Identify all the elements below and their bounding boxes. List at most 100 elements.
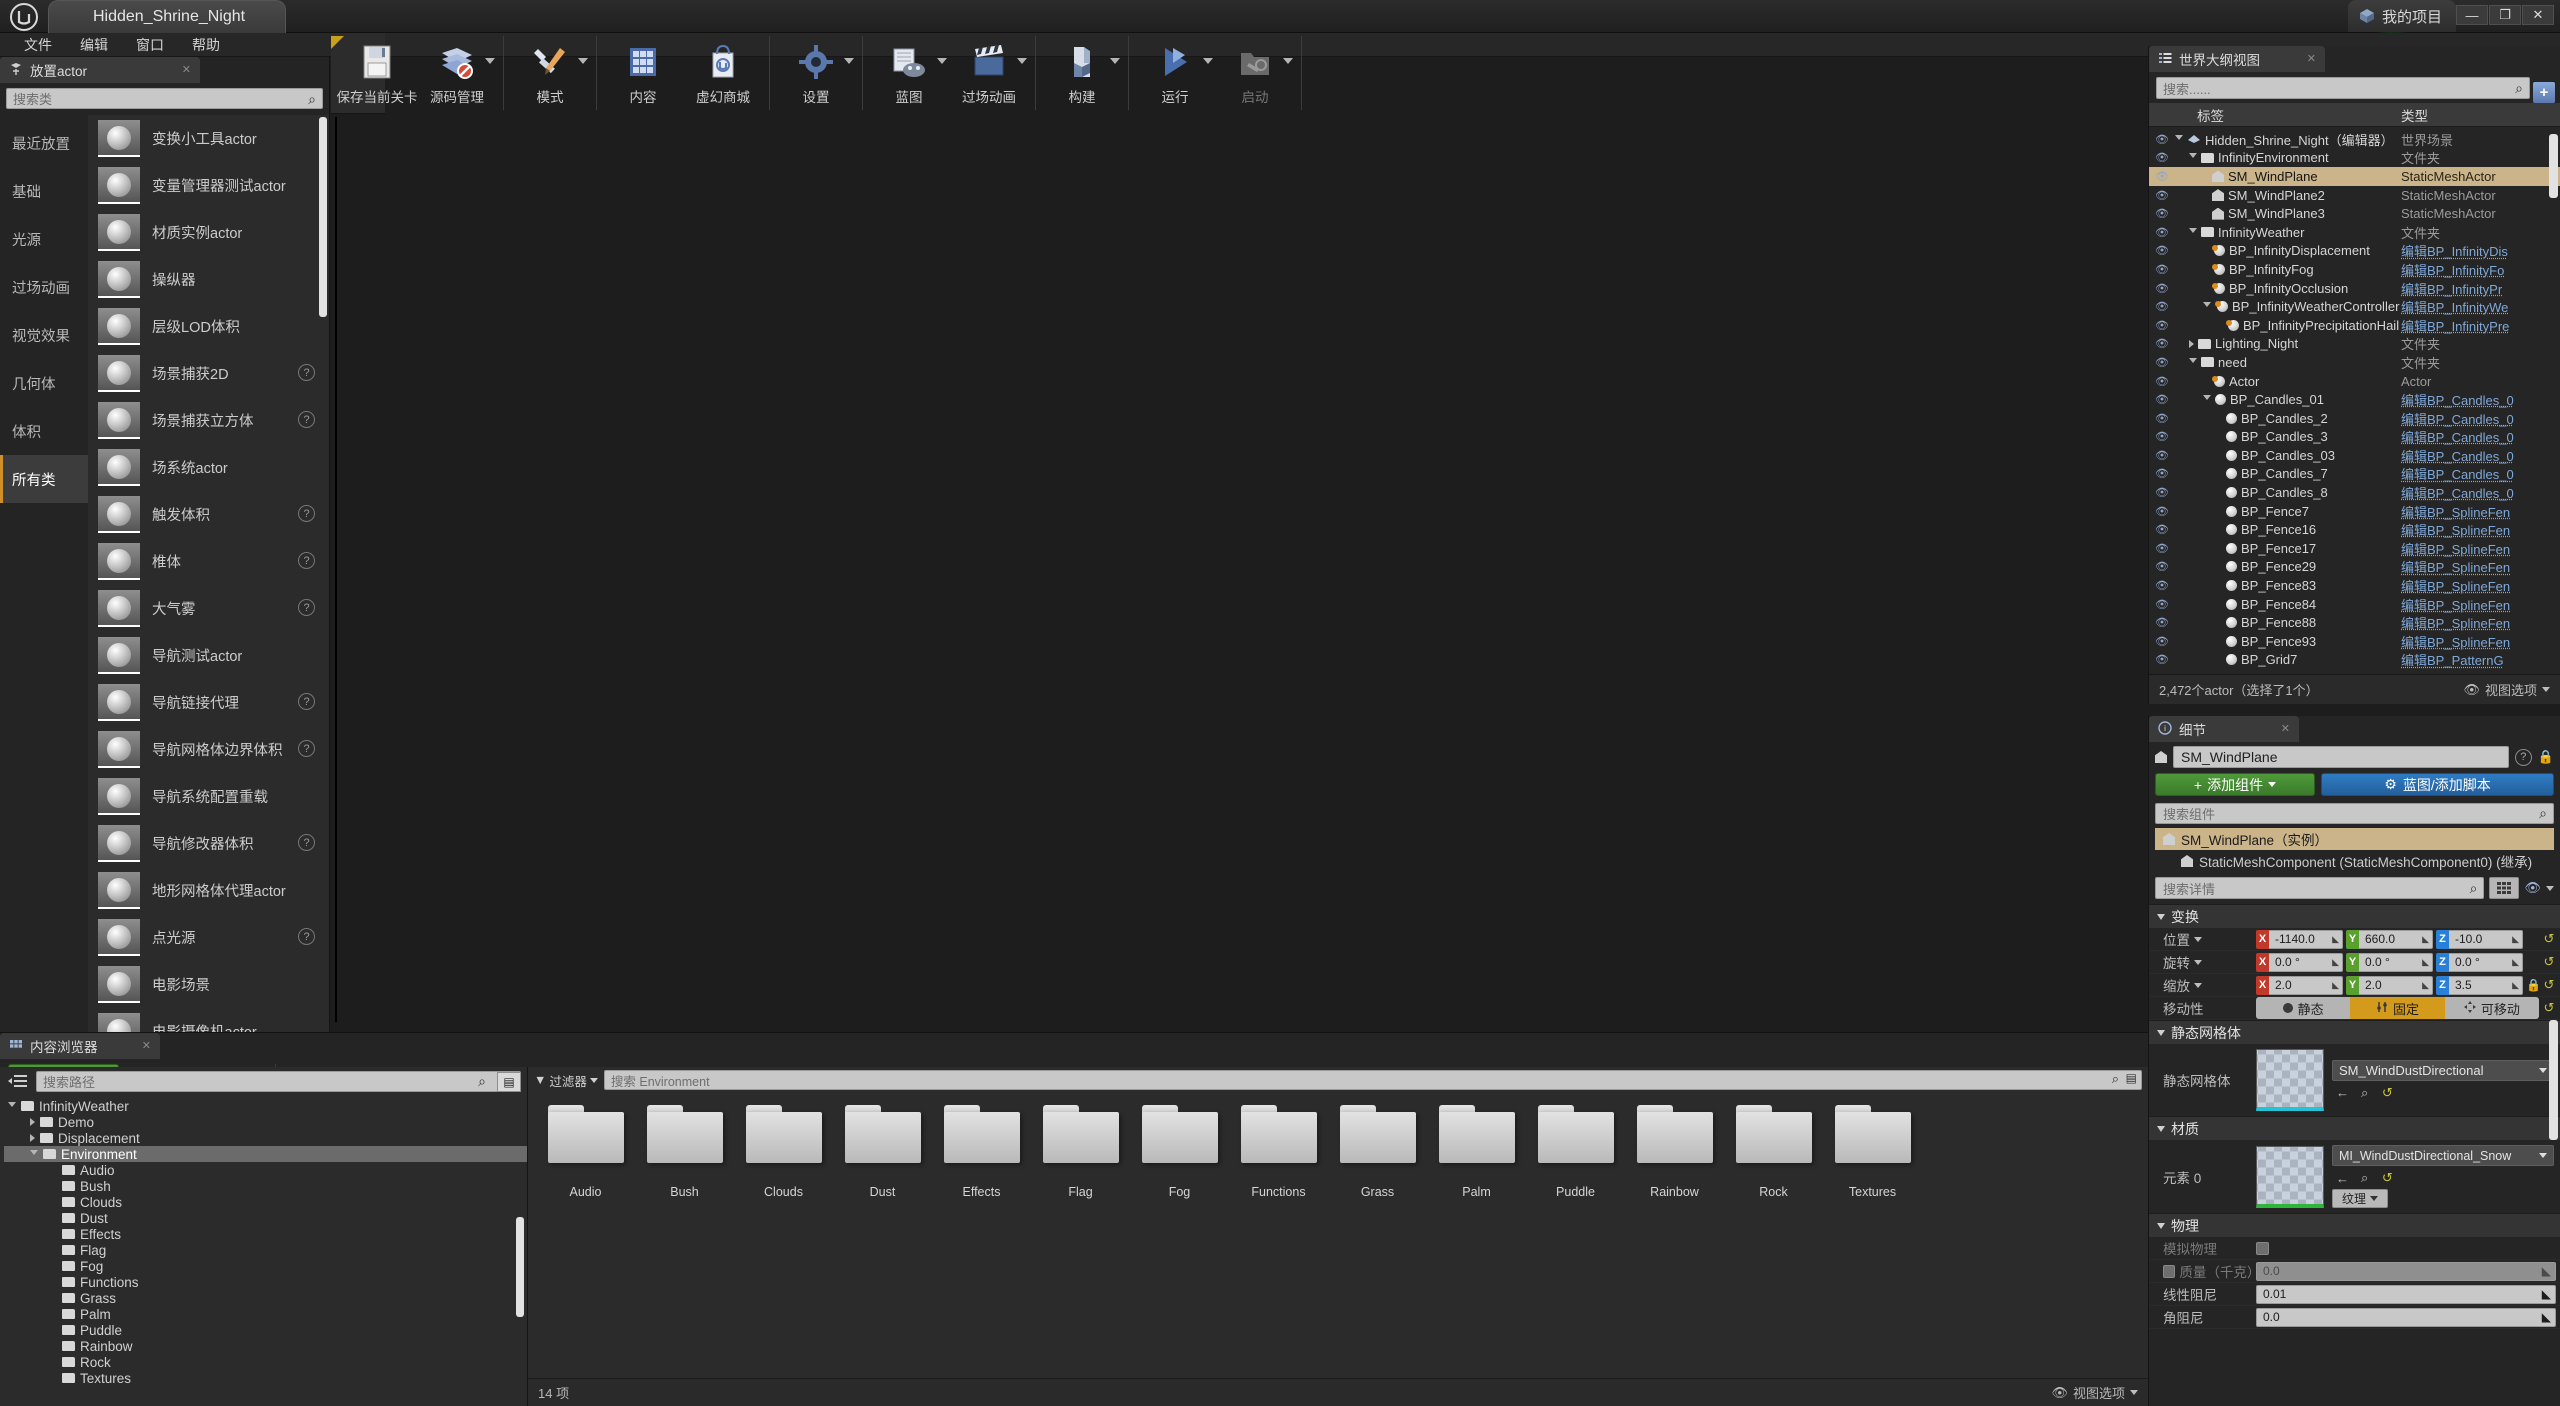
outliner-row[interactable]: 👁 BP_Candles_2 编辑BP_Candles_0 <box>2149 409 2560 428</box>
outliner-row[interactable]: 👁 BP_Candles_01 编辑BP_Candles_0 <box>2149 390 2560 409</box>
outliner-row[interactable]: 👁 BP_Candles_3 编辑BP_Candles_0 <box>2149 428 2560 447</box>
save-search-icon[interactable]: ▤ <box>2126 1071 2137 1085</box>
asset-grid-item[interactable]: Clouds <box>734 1105 833 1199</box>
place-item-list[interactable]: 变换小工具actor 变量管理器测试actor 材质实例actor 操纵器 层级LOD体… <box>88 115 329 1032</box>
close-icon[interactable]: ✕ <box>2522 5 2554 25</box>
toolbar-button-settings-gear[interactable]: 设置 <box>776 36 856 110</box>
place-item[interactable]: 变换小工具actor <box>88 115 329 162</box>
place-item[interactable]: 变量管理器测试actor <box>88 162 329 209</box>
help-icon[interactable]: ? <box>298 411 315 428</box>
chevron-down-icon[interactable] <box>2189 153 2197 162</box>
chevron-down-icon[interactable] <box>2203 302 2211 311</box>
chevron-down-icon[interactable] <box>2189 357 2197 367</box>
chevron-down-icon[interactable] <box>30 1149 38 1159</box>
place-item[interactable]: 椎体? <box>88 538 329 585</box>
component-item-root[interactable]: SM_WindPlane（实例） <box>2155 828 2554 850</box>
asset-grid-item[interactable]: Functions <box>1229 1105 1328 1199</box>
content-tree-row[interactable]: Clouds <box>4 1194 527 1210</box>
outliner-row-type[interactable]: 编辑BP_Candles_0 <box>2401 464 2560 483</box>
outliner-row-type[interactable]: 编辑BP_InfinityWe <box>2401 297 2560 316</box>
content-tree-row[interactable]: Dust <box>4 1210 527 1226</box>
static-mesh-thumbnail[interactable] <box>2256 1049 2324 1111</box>
outliner-row-type[interactable]: 编辑BP_SplineFen <box>2401 613 2560 632</box>
add-component-button[interactable]: + 添加组件 <box>2155 773 2315 796</box>
blueprint-script-button[interactable]: ⚙ 蓝图/添加脚本 <box>2321 773 2554 796</box>
material-combo[interactable]: MI_WindDustDirectional_Snow <box>2332 1145 2554 1166</box>
property-value-input[interactable]: 0.01 ◣ <box>2256 1284 2556 1304</box>
content-tree-row[interactable]: Rainbow <box>4 1338 527 1354</box>
visibility-eye-icon[interactable]: 👁 <box>2149 207 2175 220</box>
outliner-rows[interactable]: 👁 Hidden_Shrine_Night（编辑器） 世界场景 👁 InfinityEn… <box>2149 130 2560 672</box>
use-selected-asset-icon[interactable]: ← <box>2336 1085 2349 1100</box>
wind-plane-gizmo-3[interactable] <box>336 470 337 502</box>
outliner-row[interactable]: 👁 BP_Fence84 编辑BP_SplineFen <box>2149 595 2560 614</box>
details-tab[interactable]: i 细节 ✕ <box>2149 716 2299 742</box>
outliner-row-type[interactable]: 编辑BP_SplineFen <box>2401 557 2560 576</box>
asset-grid-item[interactable]: Dust <box>833 1105 932 1199</box>
axis-y-field[interactable]: Y 2.0 ◣ <box>2346 975 2433 995</box>
tree-list-view-icon[interactable]: ▤ <box>497 1072 521 1092</box>
asset-grid-item[interactable]: Bush <box>635 1105 734 1199</box>
property-value-input[interactable]: 0.0 ◣ <box>2256 1307 2556 1327</box>
outliner-row[interactable]: 👁 BP_Fence16 编辑BP_SplineFen <box>2149 520 2560 539</box>
place-category-4[interactable]: 视觉效果 <box>0 311 88 359</box>
outliner-row[interactable]: 👁 BP_InfinityFog 编辑BP_InfinityFo <box>2149 260 2560 279</box>
visibility-eye-icon[interactable]: 👁 <box>2149 430 2175 443</box>
content-tree-row[interactable]: Bush <box>4 1178 527 1194</box>
chevron-down-icon[interactable] <box>844 58 854 64</box>
visibility-eye-icon[interactable]: 👁 <box>2149 244 2175 257</box>
close-icon[interactable]: ✕ <box>2281 722 2290 735</box>
help-icon[interactable]: ? <box>298 599 315 616</box>
content-browser-tab[interactable]: 内容浏览器 ✕ <box>0 1033 160 1059</box>
browse-asset-icon[interactable]: ⌕ <box>2361 1170 2368 1186</box>
asset-grid-item[interactable]: Rock <box>1724 1105 1823 1199</box>
asset-grid-item[interactable]: Textures <box>1823 1105 1922 1199</box>
place-item[interactable]: 电影场景 <box>88 961 329 1008</box>
static-mesh-combo[interactable]: SM_WindDustDirectional <box>2332 1059 2554 1081</box>
asset-search-input[interactable]: 搜索 Environment ⌕ ▤ <box>603 1070 2142 1090</box>
visibility-eye-icon[interactable]: 👁 <box>2149 467 2175 480</box>
visibility-eye-icon[interactable]: 👁 <box>2149 189 2175 202</box>
component-search-input[interactable]: 搜索组件 ⌕ <box>2155 803 2554 824</box>
place-item[interactable]: 地形网格体代理actor <box>88 867 329 914</box>
section-header-transform[interactable]: 变换 <box>2149 904 2560 928</box>
visibility-eye-icon[interactable]: 👁 <box>2149 337 2175 350</box>
place-category-1[interactable]: 基础 <box>0 167 88 215</box>
place-item[interactable]: 触发体积? <box>88 491 329 538</box>
axis-z-field[interactable]: Z 0.0 ° ◣ <box>2436 952 2523 972</box>
place-actors-tab[interactable]: 放置actor ✕ <box>0 57 200 83</box>
visibility-eye-icon[interactable]: 👁 <box>2149 579 2175 592</box>
my-project-button[interactable]: 我的项目 <box>2347 0 2456 32</box>
visibility-eye-icon[interactable]: 👁 <box>2149 616 2175 629</box>
content-view-options-button[interactable]: 👁 视图选项 <box>2051 1383 2138 1402</box>
place-category-2[interactable]: 光源 <box>0 215 88 263</box>
content-tree-row[interactable]: Functions <box>4 1274 527 1290</box>
help-icon[interactable]: ? <box>298 364 315 381</box>
outliner-row-type[interactable]: 编辑BP_SplineFen <box>2401 632 2560 651</box>
outliner-row[interactable]: 👁 BP_Fence7 编辑BP_SplineFen <box>2149 502 2560 521</box>
toolbar-button-blueprint[interactable]: 蓝图 <box>869 36 949 110</box>
chevron-down-icon[interactable] <box>578 58 588 64</box>
place-item[interactable]: 电影摄像机actor <box>88 1008 329 1032</box>
chevron-down-icon[interactable] <box>937 58 947 64</box>
content-tree-row[interactable]: Flag <box>4 1242 527 1258</box>
outliner-row-type[interactable]: 编辑BP_InfinityDis <box>2401 241 2560 260</box>
axis-x-field[interactable]: X 0.0 ° ◣ <box>2256 952 2343 972</box>
outliner-row-type[interactable]: 编辑BP_SplineFen <box>2401 576 2560 595</box>
content-tree-row[interactable]: Demo <box>4 1114 527 1130</box>
minimize-icon[interactable]: — <box>2456 5 2488 25</box>
toolbar-button-build[interactable]: 构建 <box>1042 36 1122 110</box>
place-item[interactable]: 导航系统配置重载 <box>88 773 329 820</box>
section-header-static-mesh[interactable]: 静态网格体 <box>2149 1020 2560 1044</box>
place-category-7[interactable]: 所有类 <box>0 455 88 503</box>
menu-item-edit[interactable]: 编辑 <box>66 33 122 57</box>
place-item[interactable]: 导航链接代理? <box>88 679 329 726</box>
visibility-eye-icon[interactable]: 👁 <box>2149 635 2175 648</box>
outliner-row-type[interactable]: 编辑BP_Candles_0 <box>2401 446 2560 465</box>
content-tree-scrollbar[interactable] <box>516 1217 524 1317</box>
chevron-down-icon[interactable] <box>2189 227 2197 237</box>
visibility-eye-icon[interactable]: 👁 <box>2149 523 2175 536</box>
reset-icon[interactable]: ↺ <box>2380 1170 2394 1186</box>
outliner-row-type[interactable]: 编辑BP_SplineFen <box>2401 502 2560 521</box>
outliner-row[interactable]: 👁 Lighting_Night 文件夹 <box>2149 335 2560 354</box>
